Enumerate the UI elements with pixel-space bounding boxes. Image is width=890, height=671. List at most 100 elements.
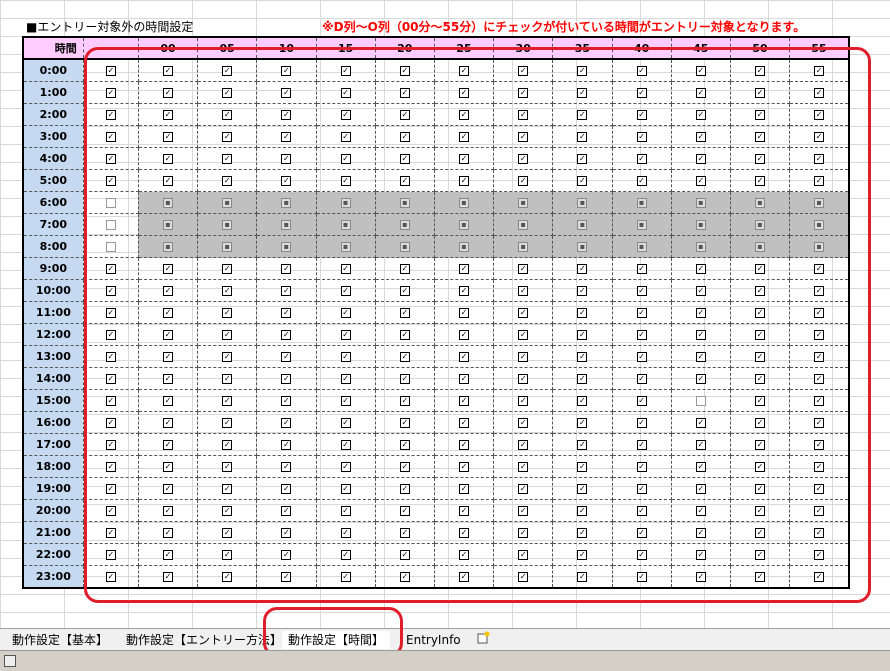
minute-checkbox[interactable]: ✓ <box>695 506 706 516</box>
minute-checkbox[interactable]: ✓ <box>755 154 766 164</box>
minute-checkbox[interactable]: ▪ <box>577 198 588 208</box>
minute-checkbox[interactable]: ✓ <box>399 418 410 428</box>
minute-checkbox[interactable]: ✓ <box>577 396 588 406</box>
minute-checkbox[interactable]: ✓ <box>577 110 588 120</box>
minute-checkbox[interactable]: ▪ <box>162 242 173 252</box>
hour-enable-checkbox[interactable]: ✓ <box>105 88 116 98</box>
minute-checkbox[interactable]: ✓ <box>162 330 173 340</box>
minute-checkbox[interactable]: ✓ <box>518 88 529 98</box>
minute-checkbox[interactable]: ✓ <box>814 132 825 142</box>
minute-checkbox[interactable]: ✓ <box>281 308 292 318</box>
minute-checkbox[interactable]: ✓ <box>459 506 469 516</box>
minute-checkbox[interactable]: ✓ <box>222 330 233 340</box>
hour-enable-checkbox[interactable]: ✓ <box>105 440 116 450</box>
minute-checkbox[interactable]: ✓ <box>340 110 351 120</box>
minute-checkbox[interactable]: ✓ <box>518 330 529 340</box>
hour-enable-checkbox[interactable]: ✓ <box>105 462 116 472</box>
minute-checkbox[interactable]: ✓ <box>340 572 351 582</box>
minute-checkbox[interactable]: ✓ <box>577 550 588 560</box>
minute-checkbox[interactable]: ✓ <box>755 352 766 362</box>
minute-checkbox[interactable]: ✓ <box>755 462 766 472</box>
minute-checkbox[interactable]: ✓ <box>814 374 825 384</box>
minute-checkbox[interactable]: ✓ <box>755 330 766 340</box>
minute-checkbox[interactable]: ▪ <box>695 198 706 208</box>
minute-checkbox[interactable]: ✓ <box>459 154 469 164</box>
minute-checkbox[interactable]: ✓ <box>755 308 766 318</box>
minute-checkbox[interactable]: ✓ <box>459 396 469 406</box>
minute-checkbox[interactable]: ✓ <box>577 484 588 494</box>
minute-checkbox[interactable]: ✓ <box>399 572 410 582</box>
minute-checkbox[interactable]: ✓ <box>636 110 647 120</box>
minute-checkbox[interactable]: ✓ <box>222 550 233 560</box>
minute-checkbox[interactable]: ✓ <box>755 418 766 428</box>
minute-checkbox[interactable]: ✓ <box>577 286 588 296</box>
hour-enable-checkbox[interactable] <box>105 220 116 230</box>
minute-checkbox[interactable]: ▪ <box>222 220 233 230</box>
minute-checkbox[interactable]: ✓ <box>577 352 588 362</box>
minute-checkbox[interactable]: ✓ <box>281 352 292 362</box>
minute-checkbox[interactable]: ✓ <box>399 110 410 120</box>
minute-checkbox[interactable]: ✓ <box>399 308 410 318</box>
minute-checkbox[interactable]: ✓ <box>340 462 351 472</box>
hour-enable-checkbox[interactable]: ✓ <box>105 154 116 164</box>
minute-checkbox[interactable]: ✓ <box>459 286 469 296</box>
minute-checkbox[interactable]: ▪ <box>281 198 292 208</box>
minute-checkbox[interactable]: ✓ <box>755 528 766 538</box>
minute-checkbox[interactable]: ✓ <box>577 176 588 186</box>
minute-checkbox[interactable]: ✓ <box>577 154 588 164</box>
minute-checkbox[interactable]: ✓ <box>695 264 706 274</box>
minute-checkbox[interactable]: ✓ <box>577 264 588 274</box>
minute-checkbox[interactable]: ✓ <box>636 88 647 98</box>
minute-checkbox[interactable]: ✓ <box>814 440 825 450</box>
minute-checkbox[interactable]: ✓ <box>399 374 410 384</box>
minute-checkbox[interactable]: ✓ <box>340 286 351 296</box>
minute-checkbox[interactable]: ▪ <box>814 198 825 208</box>
minute-checkbox[interactable]: ✓ <box>518 352 529 362</box>
minute-checkbox[interactable]: ✓ <box>281 462 292 472</box>
minute-checkbox[interactable]: ✓ <box>281 484 292 494</box>
minute-checkbox[interactable]: ✓ <box>814 88 825 98</box>
minute-checkbox[interactable]: ✓ <box>399 528 410 538</box>
minute-checkbox[interactable]: ✓ <box>814 308 825 318</box>
minute-checkbox[interactable]: ✓ <box>162 66 173 76</box>
minute-checkbox[interactable]: ✓ <box>340 308 351 318</box>
minute-checkbox[interactable]: ✓ <box>399 66 410 76</box>
minute-checkbox[interactable]: ✓ <box>281 396 292 406</box>
minute-checkbox[interactable]: ✓ <box>518 440 529 450</box>
minute-checkbox[interactable]: ✓ <box>340 176 351 186</box>
minute-checkbox[interactable]: ✓ <box>636 330 647 340</box>
minute-checkbox[interactable]: ✓ <box>695 462 706 472</box>
minute-checkbox[interactable]: ✓ <box>399 550 410 560</box>
minute-checkbox[interactable]: ▪ <box>459 242 469 252</box>
minute-checkbox[interactable]: ✓ <box>340 154 351 164</box>
hour-enable-checkbox[interactable]: ✓ <box>105 506 116 516</box>
minute-checkbox[interactable]: ✓ <box>695 440 706 450</box>
minute-checkbox[interactable]: ✓ <box>814 396 825 406</box>
minute-checkbox[interactable]: ✓ <box>695 176 706 186</box>
minute-checkbox[interactable]: ✓ <box>162 506 173 516</box>
hour-enable-checkbox[interactable] <box>105 242 116 252</box>
minute-checkbox[interactable]: ✓ <box>755 88 766 98</box>
minute-checkbox[interactable]: ▪ <box>518 220 529 230</box>
minute-checkbox[interactable]: ✓ <box>459 264 469 274</box>
minute-checkbox[interactable]: ✓ <box>222 264 233 274</box>
hour-enable-checkbox[interactable]: ✓ <box>105 396 116 406</box>
minute-checkbox[interactable]: ✓ <box>281 418 292 428</box>
minute-checkbox[interactable]: ✓ <box>222 462 233 472</box>
minute-checkbox[interactable]: ✓ <box>695 88 706 98</box>
minute-checkbox[interactable]: ✓ <box>636 462 647 472</box>
minute-checkbox[interactable]: ✓ <box>281 176 292 186</box>
hour-enable-checkbox[interactable]: ✓ <box>105 132 116 142</box>
hour-enable-checkbox[interactable]: ✓ <box>105 264 116 274</box>
minute-checkbox[interactable]: ✓ <box>162 418 173 428</box>
minute-checkbox[interactable]: ✓ <box>636 352 647 362</box>
minute-checkbox[interactable]: ✓ <box>636 264 647 274</box>
minute-checkbox[interactable]: ✓ <box>636 132 647 142</box>
minute-checkbox[interactable]: ✓ <box>340 506 351 516</box>
minute-checkbox[interactable]: ✓ <box>518 396 529 406</box>
minute-checkbox[interactable]: ✓ <box>399 264 410 274</box>
minute-checkbox[interactable]: ✓ <box>518 528 529 538</box>
hour-enable-checkbox[interactable]: ✓ <box>105 374 116 384</box>
minute-checkbox[interactable]: ✓ <box>695 66 706 76</box>
minute-checkbox[interactable]: ✓ <box>222 572 233 582</box>
